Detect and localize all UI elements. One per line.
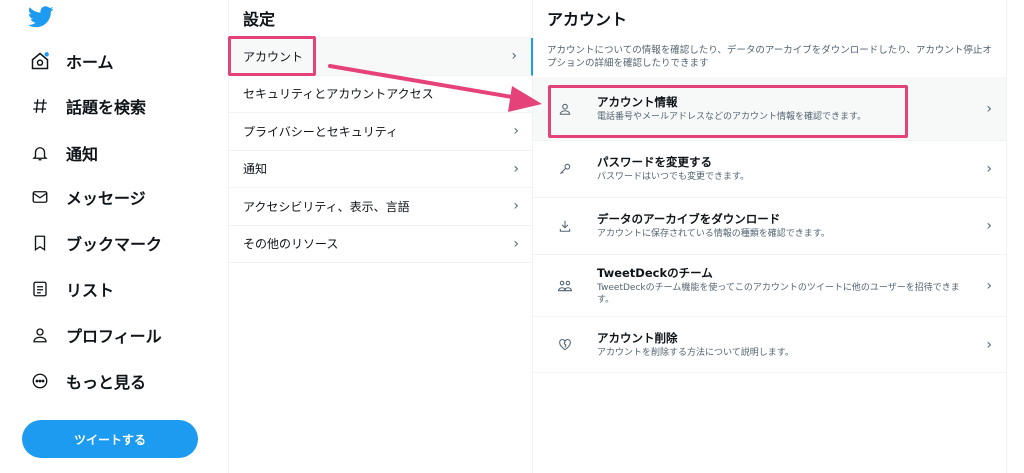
twitter-logo-icon[interactable] <box>28 6 54 28</box>
settings-item-label: プライバシーとセキュリティ <box>243 124 399 139</box>
settings-item-notifications[interactable]: 通知 › <box>229 151 533 188</box>
nav-item-label: メッセージ <box>66 189 146 208</box>
chevron-right-icon: › <box>986 161 992 177</box>
chevron-right-icon: › <box>986 218 992 234</box>
nav-item-label: リスト <box>66 281 115 300</box>
nav-item-label: 通知 <box>66 145 99 164</box>
settings-item-account[interactable]: アカウント › <box>229 38 533 76</box>
chevron-right-icon: › <box>513 85 519 102</box>
nav-item-profile[interactable]: プロフィール <box>28 320 162 350</box>
settings-item-label: アクセシビリティ、表示、言語 <box>243 199 410 214</box>
download-icon <box>557 218 573 234</box>
settings-item-label: セキュリティとアカウントアクセス <box>243 87 434 102</box>
account-item-tweetdeck[interactable]: TweetDeckのチーム TweetDeckのチーム機能を使ってこのアカウント… <box>533 255 1006 317</box>
settings-list: アカウント › セキュリティとアカウントアクセス › プライバシーとセキュリティ… <box>229 37 533 263</box>
nav-item-lists[interactable]: リスト <box>28 274 114 304</box>
nav-item-explore[interactable]: 話題を検索 <box>28 91 146 121</box>
account-column: アカウント アカウントについての情報を確認したり、データのアーカイブをダウンロー… <box>533 0 1007 473</box>
nav-item-label: ブックマーク <box>66 235 163 254</box>
tweet-button[interactable]: ツイートする <box>22 420 198 458</box>
account-item-subtitle: TweetDeckのチーム機能を使ってこのアカウントのツイートに他のユーザーを招… <box>597 282 960 305</box>
chevron-right-icon: › <box>986 336 992 353</box>
nav-item-label: プロフィール <box>66 327 162 346</box>
bell-icon <box>28 141 52 165</box>
nav-item-bookmarks[interactable]: ブックマーク <box>28 228 162 258</box>
account-description: アカウントについての情報を確認したり、データのアーカイブをダウンロードしたり、ア… <box>547 45 992 69</box>
nav-item-label: もっと見る <box>66 373 147 392</box>
chevron-right-icon: › <box>513 198 519 215</box>
key-icon <box>557 161 573 177</box>
more-icon <box>28 369 52 393</box>
person-icon <box>28 323 52 347</box>
account-item-subtitle: パスワードはいつでも変更できます。 <box>597 172 750 182</box>
account-item-deactivate[interactable]: アカウント削除 アカウントを削除する方法について説明します。 › <box>533 317 1006 373</box>
nav-item-label: 話題を検索 <box>66 98 147 117</box>
settings-item-security[interactable]: セキュリティとアカウントアクセス › <box>229 76 533 113</box>
mail-icon <box>28 185 52 209</box>
nav-item-notifications[interactable]: 通知 <box>28 138 98 168</box>
account-item-title: アカウント情報 <box>597 94 678 109</box>
person-icon <box>557 101 573 117</box>
team-icon <box>557 278 573 294</box>
nav-item-more[interactable]: もっと見る <box>28 366 146 396</box>
settings-item-label: その他のリソース <box>243 237 339 252</box>
home-icon <box>28 49 52 73</box>
account-item-subtitle: アカウントに保存されている情報の種類を確認できます。 <box>597 229 830 239</box>
account-list: アカウント情報 電話番号やメールアドレスなどのアカウント情報を確認できます。 ›… <box>533 77 1006 373</box>
list-icon <box>28 277 52 301</box>
account-item-title: パスワードを変更する <box>597 155 712 169</box>
nav-item-label: ホーム <box>66 53 114 72</box>
chevron-right-icon: › <box>986 277 992 294</box>
primary-navigation: ホーム 話題を検索 通知 メッセージ ブックマーク リスト プロフィール もっと… <box>0 0 228 473</box>
nav-item-home[interactable]: ホーム <box>28 46 114 76</box>
settings-item-privacy[interactable]: プライバシーとセキュリティ › <box>229 113 533 151</box>
account-item-title: データのアーカイブをダウンロード <box>597 212 781 226</box>
chevron-right-icon: › <box>986 100 992 117</box>
bookmark-icon <box>28 231 52 255</box>
nav-item-messages[interactable]: メッセージ <box>28 182 146 212</box>
chevron-right-icon: › <box>511 48 517 65</box>
chevron-right-icon: › <box>513 235 519 252</box>
settings-title: 設定 <box>243 10 276 29</box>
chevron-right-icon: › <box>513 123 519 140</box>
account-item-subtitle: アカウントを削除する方法について説明します。 <box>597 347 794 358</box>
hashtag-icon <box>28 94 52 118</box>
settings-item-resources[interactable]: その他のリソース › <box>229 226 533 263</box>
settings-item-label: アカウント <box>243 49 304 64</box>
account-item-password[interactable]: パスワードを変更する パスワードはいつでも変更できます。 › <box>533 141 1006 198</box>
account-title: アカウント <box>547 10 628 29</box>
broken-heart-icon <box>557 337 573 353</box>
account-item-title: アカウント削除 <box>597 330 678 345</box>
account-item-info[interactable]: アカウント情報 電話番号やメールアドレスなどのアカウント情報を確認できます。 › <box>533 77 1006 141</box>
settings-item-accessibility[interactable]: アクセシビリティ、表示、言語 › <box>229 188 533 226</box>
account-item-title: TweetDeckのチーム <box>597 265 713 280</box>
settings-item-label: 通知 <box>243 162 268 177</box>
account-item-subtitle: 電話番号やメールアドレスなどのアカウント情報を確認できます。 <box>597 111 867 122</box>
account-item-archive[interactable]: データのアーカイブをダウンロード アカウントに保存されている情報の種類を確認でき… <box>533 198 1006 255</box>
settings-column: 設定 アカウント › セキュリティとアカウントアクセス › プライバシーとセキュ… <box>228 0 533 473</box>
chevron-right-icon: › <box>513 160 519 177</box>
